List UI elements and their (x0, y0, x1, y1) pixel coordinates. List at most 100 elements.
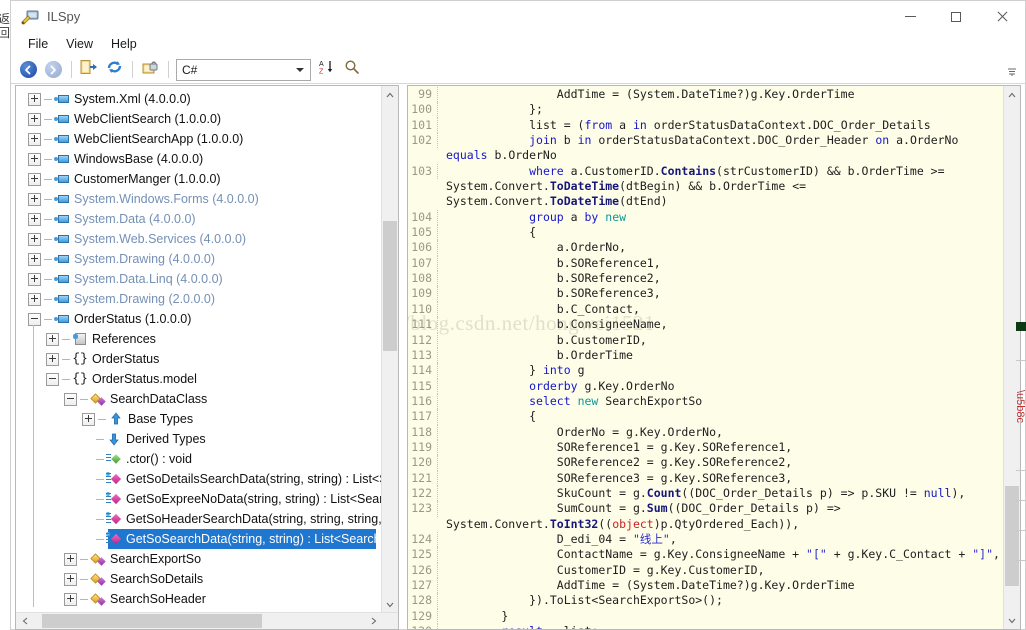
code-text[interactable]: AddTime = (System.DateTime?)g.Key.OrderT… (438, 87, 1006, 102)
menu-item-file[interactable]: File (19, 34, 57, 54)
code-text[interactable]: b.CustomerID, (438, 333, 1006, 348)
menu-item-view[interactable]: View (57, 34, 102, 54)
sort-button[interactable]: A Z (315, 58, 339, 81)
tree-horizontal-scrollbar[interactable] (16, 612, 398, 629)
tree-scroll-thumb[interactable] (383, 221, 397, 351)
code-text[interactable]: result = list; (438, 624, 1006, 629)
collapse-icon[interactable] (28, 312, 41, 326)
tree-scroll-up-icon[interactable] (382, 86, 398, 103)
expand-icon[interactable] (28, 92, 41, 106)
tree-node[interactable]: Derived Types (16, 429, 382, 449)
panel-splitter[interactable] (399, 84, 407, 629)
code-text[interactable]: OrderNo = g.Key.OrderNo, (438, 425, 1006, 440)
code-text[interactable]: SOReference1 = g.Key.SOReference1, (438, 440, 1006, 455)
code-text[interactable]: b.SOReference1, (438, 256, 1006, 271)
forward-button[interactable] (41, 58, 65, 81)
tree-vertical-scrollbar[interactable] (381, 86, 398, 613)
tree-node[interactable]: SearchSoDetails (16, 569, 382, 589)
tree-node[interactable]: System.Drawing (2.0.0.0) (16, 289, 382, 309)
code-text[interactable]: b.OrderTime (438, 348, 1006, 363)
tree-node[interactable]: GetSoDetailsSearchData(string, string) :… (16, 469, 382, 489)
open-assembly-button[interactable] (77, 58, 101, 81)
code-text[interactable]: AddTime = (System.DateTime?)g.Key.OrderT… (438, 578, 1006, 593)
expand-icon[interactable] (28, 252, 41, 266)
expand-icon[interactable] (28, 132, 41, 146)
tree-node[interactable]: References (16, 329, 382, 349)
tree-node[interactable]: GetSoExpreeNoData(string, string) : List… (16, 489, 382, 509)
tree-scroll-left-icon[interactable] (16, 613, 33, 629)
tree-node[interactable]: GetSoHeaderSearchData(string, string, st… (16, 509, 382, 529)
expand-icon[interactable] (28, 172, 41, 186)
expand-icon[interactable] (28, 292, 41, 306)
tree-node[interactable]: SearchSoHeader (16, 589, 382, 607)
expand-icon[interactable] (64, 572, 77, 586)
code-text[interactable]: where a.CustomerID.Contains(strCustomerI… (438, 164, 1006, 210)
code-text[interactable]: group a by new (438, 210, 1006, 225)
assembly-tree[interactable]: System.Xml (4.0.0.0) WebClientSearch (1.0… (16, 89, 382, 607)
open-from-gac-button[interactable] (138, 58, 162, 81)
collapse-icon[interactable] (46, 372, 59, 386)
tree-scroll-down-icon[interactable] (382, 596, 398, 613)
code-text[interactable]: b.C_Contact, (438, 302, 1006, 317)
tree-node[interactable]: WindowsBase (4.0.0.0) (16, 149, 382, 169)
tree-node[interactable]: SearchDataClass (16, 389, 382, 409)
code-text[interactable]: b.SOReference3, (438, 286, 1006, 301)
code-text[interactable]: }).ToList<SearchExportSo>(); (438, 593, 1006, 608)
code-text[interactable]: } (438, 609, 1006, 624)
code-text[interactable]: } into g (438, 363, 1006, 378)
tree-node[interactable]: System.Windows.Forms (4.0.0.0) (16, 189, 382, 209)
code-text[interactable]: select new SearchExportSo (438, 394, 1006, 409)
expand-icon[interactable] (28, 192, 41, 206)
refresh-button[interactable] (102, 58, 126, 81)
code-text[interactable]: orderby g.Key.OrderNo (438, 379, 1006, 394)
tree-node[interactable]: WebClientSearchApp (1.0.0.0) (16, 129, 382, 149)
code-text[interactable]: SOReference3 = g.Key.SOReference3, (438, 471, 1006, 486)
tree-hscroll-thumb[interactable] (42, 614, 262, 628)
expand-icon[interactable] (64, 552, 77, 566)
expand-icon[interactable] (28, 152, 41, 166)
tree-node[interactable]: System.Web.Services (4.0.0.0) (16, 229, 382, 249)
code-text[interactable]: SkuCount = g.Count((DOC_Order_Details p)… (438, 486, 1006, 501)
code-editor[interactable]: 99 AddTime = (System.DateTime?)g.Key.Ord… (408, 86, 1006, 629)
expand-icon[interactable] (28, 212, 41, 226)
menu-item-help[interactable]: Help (102, 34, 146, 54)
expand-icon[interactable] (64, 592, 77, 606)
expand-icon[interactable] (28, 232, 41, 246)
expand-icon[interactable] (28, 112, 41, 126)
tree-node[interactable]: System.Xml (4.0.0.0) (16, 89, 382, 109)
code-text[interactable]: D_edi_04 = "线上", (438, 532, 1006, 547)
code-text[interactable]: SumCount = g.Sum((DOC_Order_Details p) =… (438, 501, 1006, 532)
tree-node[interactable]: System.Data.Linq (4.0.0.0) (16, 269, 382, 289)
code-text[interactable]: { (438, 225, 1006, 240)
tree-node[interactable]: Base Types (16, 409, 382, 429)
tree-node[interactable]: SearchExportSo (16, 549, 382, 569)
tree-node[interactable]: {} OrderStatus.model (16, 369, 382, 389)
tree-node[interactable]: .ctor() : void (16, 449, 382, 469)
back-button[interactable] (16, 58, 40, 81)
tree-node[interactable]: CustomerManger (1.0.0.0) (16, 169, 382, 189)
expand-icon[interactable] (82, 412, 95, 426)
maximize-button[interactable] (933, 1, 979, 32)
expand-icon[interactable] (28, 272, 41, 286)
tree-node[interactable]: System.Data (4.0.0.0) (16, 209, 382, 229)
minimize-button[interactable] (887, 1, 933, 32)
tree-node[interactable]: OrderStatus (1.0.0.0) (16, 309, 382, 329)
code-text[interactable]: { (438, 409, 1006, 424)
code-text[interactable]: CustomerID = g.Key.CustomerID, (438, 563, 1006, 578)
code-text[interactable]: join b in orderStatusDataContext.DOC_Ord… (438, 133, 1006, 164)
expand-icon[interactable] (46, 352, 59, 366)
code-text[interactable]: ContactName = g.Key.ConsigneeName + "[" … (438, 547, 1006, 562)
code-text[interactable]: b.SOReference2, (438, 271, 1006, 286)
collapse-icon[interactable] (64, 392, 77, 406)
tree-node[interactable]: GetSoSearchData(string, string) : List<S… (16, 529, 382, 549)
code-text[interactable]: list = (from a in orderStatusDataContext… (438, 118, 1006, 133)
code-text[interactable]: SOReference2 = g.Key.SOReference2, (438, 455, 1006, 470)
search-button[interactable] (340, 58, 364, 81)
expand-icon[interactable] (46, 332, 59, 346)
tree-scroll-right-icon[interactable] (365, 613, 382, 629)
code-text[interactable]: a.OrderNo, (438, 240, 1006, 255)
tree-node[interactable]: {} OrderStatus (16, 349, 382, 369)
tree-node[interactable]: System.Drawing (4.0.0.0) (16, 249, 382, 269)
code-text[interactable]: }; (438, 102, 1006, 117)
language-combobox[interactable]: C# (176, 58, 311, 81)
